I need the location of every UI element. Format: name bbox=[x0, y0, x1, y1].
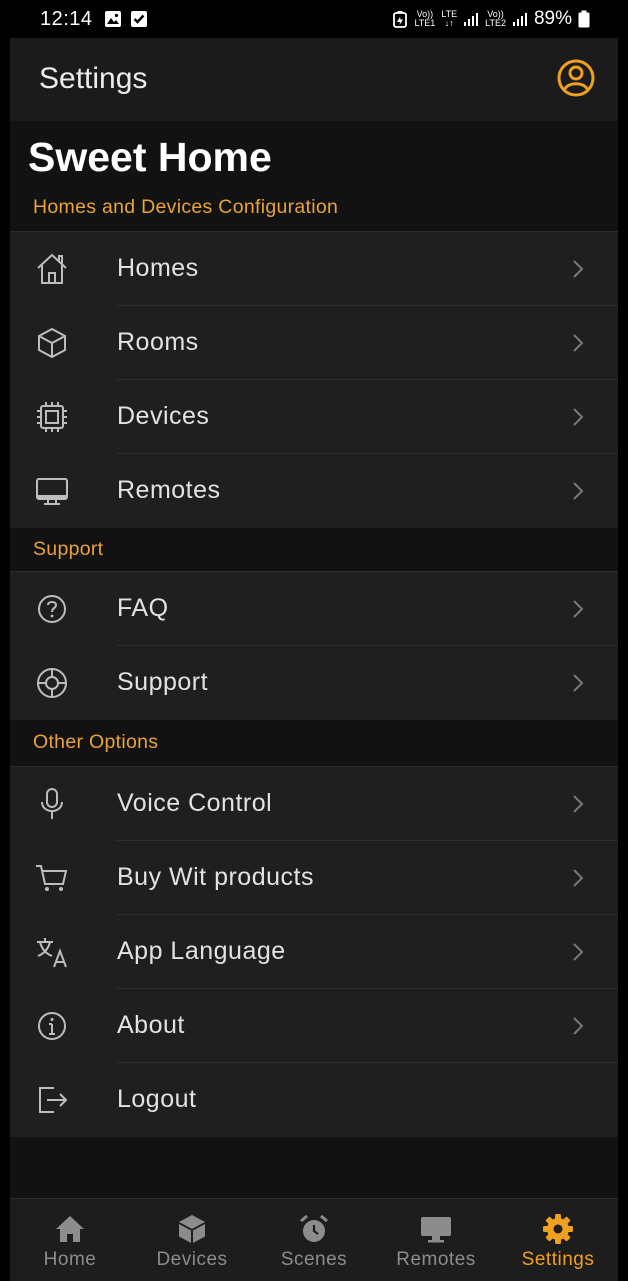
nav-tab-home[interactable]: Home bbox=[10, 1199, 130, 1281]
image-notification-icon bbox=[105, 11, 121, 27]
chip-icon bbox=[37, 402, 67, 432]
chevron-right-icon bbox=[573, 795, 584, 813]
status-time: 12:14 bbox=[40, 8, 93, 30]
section-label-other: Other Options bbox=[33, 731, 159, 753]
config-group: Homes Rooms Devices Remotes bbox=[10, 231, 618, 528]
settings-item-label: Remotes bbox=[117, 476, 221, 504]
nav-tab-devices[interactable]: Devices bbox=[132, 1199, 252, 1281]
nav-tab-label: Home bbox=[43, 1249, 97, 1270]
settings-item-label: Voice Control bbox=[117, 789, 273, 817]
chevron-right-icon bbox=[573, 1017, 584, 1035]
monitor-icon bbox=[421, 1217, 451, 1243]
nav-tab-label: Scenes bbox=[280, 1249, 348, 1270]
question-icon bbox=[38, 595, 66, 623]
microphone-icon bbox=[41, 788, 63, 819]
app-frame: Settings Sweet Home Homes and Devices Co… bbox=[10, 38, 618, 1281]
settings-item-label: Homes bbox=[117, 254, 199, 282]
settings-item-rooms[interactable]: Rooms bbox=[10, 306, 618, 380]
settings-item-label: Rooms bbox=[117, 328, 199, 356]
data-saver-icon bbox=[393, 11, 408, 28]
app-header: Settings bbox=[10, 38, 618, 121]
nav-tab-remotes[interactable]: Remotes bbox=[376, 1199, 496, 1281]
cube-icon bbox=[179, 1215, 205, 1243]
settings-item-devices[interactable]: Devices bbox=[10, 380, 618, 454]
settings-item-faq[interactable]: FAQ bbox=[10, 572, 618, 646]
monitor-icon bbox=[36, 478, 68, 505]
lifebuoy-icon bbox=[37, 668, 67, 698]
other-options-group: Voice Control Buy Wit products App Langu… bbox=[10, 766, 618, 1137]
home-name: Sweet Home bbox=[28, 134, 272, 180]
logout-icon bbox=[39, 1087, 68, 1113]
nav-tab-label: Devices bbox=[156, 1249, 228, 1270]
chevron-right-icon bbox=[573, 674, 584, 692]
battery-icon bbox=[578, 10, 590, 28]
section-label-config: Homes and Devices Configuration bbox=[33, 196, 339, 218]
nav-tab-label: Remotes bbox=[396, 1249, 476, 1270]
signal-icon-1 bbox=[464, 13, 479, 26]
alarm-clock-icon bbox=[300, 1214, 328, 1242]
settings-item-label: Support bbox=[117, 668, 209, 696]
home-icon bbox=[56, 1216, 84, 1242]
settings-item-support[interactable]: Support bbox=[10, 646, 618, 720]
chevron-right-icon bbox=[573, 869, 584, 887]
settings-item-app-language[interactable]: App Language bbox=[10, 915, 618, 989]
settings-item-buy-products[interactable]: Buy Wit products bbox=[10, 841, 618, 915]
settings-item-label: App Language bbox=[117, 937, 286, 965]
battery-percent: 89% bbox=[533, 8, 572, 29]
support-group: FAQ Support bbox=[10, 571, 618, 720]
chevron-right-icon bbox=[573, 482, 584, 500]
lte2-label: LTE2 bbox=[485, 18, 506, 28]
home-icon bbox=[37, 253, 67, 284]
gear-icon bbox=[543, 1214, 573, 1244]
cube-icon bbox=[38, 327, 66, 359]
settings-item-remotes[interactable]: Remotes bbox=[10, 454, 618, 528]
info-icon bbox=[38, 1012, 66, 1040]
chevron-right-icon bbox=[573, 943, 584, 961]
chevron-right-icon bbox=[573, 334, 584, 352]
chevron-right-icon bbox=[573, 600, 584, 618]
lte1-label: LTE1 bbox=[414, 18, 436, 28]
settings-item-label: FAQ bbox=[117, 594, 169, 622]
account-circle-icon[interactable] bbox=[556, 58, 596, 98]
chevron-right-icon bbox=[573, 260, 584, 278]
cart-icon bbox=[36, 865, 68, 891]
nav-tab-scenes[interactable]: Scenes bbox=[254, 1199, 374, 1281]
settings-item-label: Buy Wit products bbox=[117, 863, 314, 891]
nav-tab-settings[interactable]: Settings bbox=[498, 1199, 618, 1281]
translate-icon bbox=[37, 938, 67, 968]
nav-tab-label: Settings bbox=[521, 1249, 595, 1270]
section-label-support: Support bbox=[33, 538, 104, 560]
signal-icon-2 bbox=[512, 13, 527, 26]
settings-item-voice-control[interactable]: Voice Control bbox=[10, 767, 618, 841]
settings-item-about[interactable]: About bbox=[10, 989, 618, 1063]
chevron-right-icon bbox=[573, 408, 584, 426]
bottom-nav: Home Devices Scenes Remotes Settings bbox=[10, 1198, 618, 1281]
settings-item-label: Logout bbox=[117, 1085, 197, 1113]
settings-item-homes[interactable]: Homes bbox=[10, 232, 618, 306]
status-bar: 12:14 Vo)) LTE1 LTE ↓↑ Vo)) LTE2 89% bbox=[0, 0, 628, 38]
settings-item-label: About bbox=[117, 1011, 185, 1039]
check-notification-icon bbox=[131, 11, 147, 27]
settings-item-label: Devices bbox=[117, 402, 210, 430]
settings-item-logout[interactable]: Logout bbox=[10, 1063, 618, 1137]
page-title: Settings bbox=[39, 62, 148, 95]
